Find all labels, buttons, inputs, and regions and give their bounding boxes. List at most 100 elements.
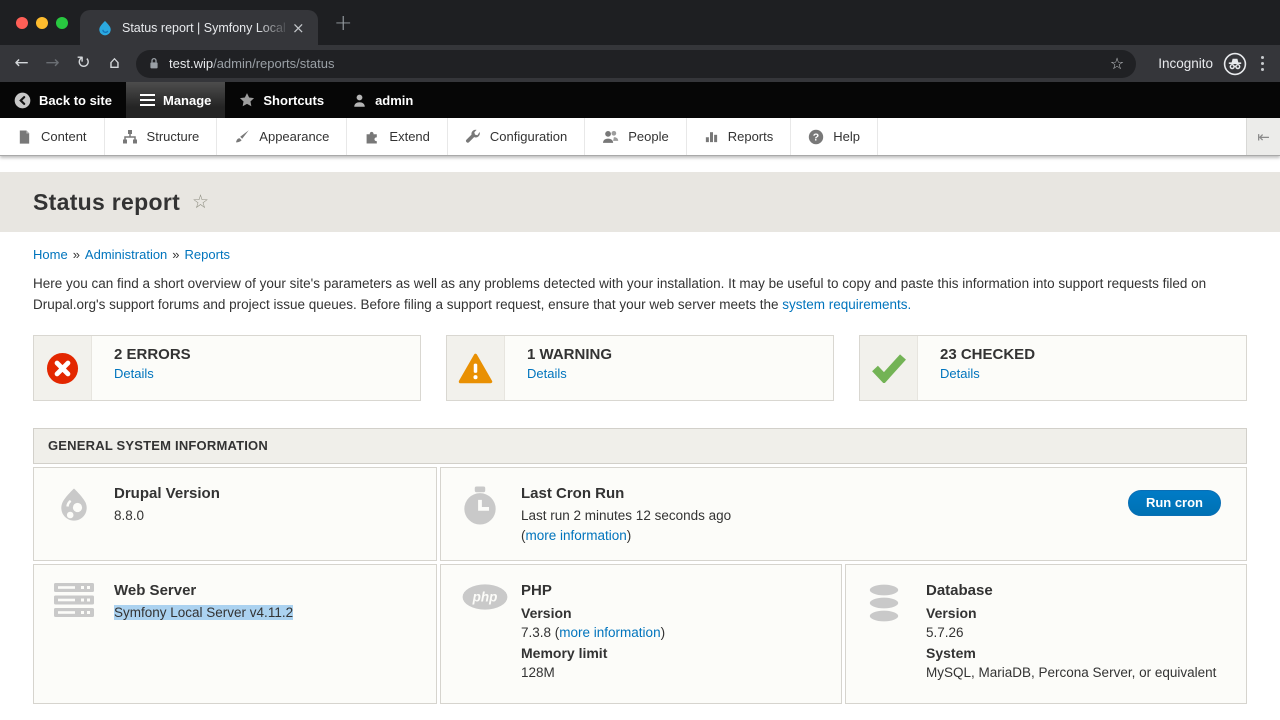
checked-card: 23 CHECKED Details: [859, 335, 1247, 401]
back-icon[interactable]: ←: [6, 45, 37, 82]
hamburger-icon: [140, 94, 155, 107]
shortcuts-star-icon: [239, 92, 255, 108]
php-version-value: 7.3.8: [521, 625, 551, 640]
bar-chart-icon: [704, 129, 719, 144]
file-icon: [17, 129, 32, 145]
reload-icon[interactable]: ↻: [68, 45, 99, 82]
browser-tab[interactable]: Status report | Symfony Local Se ×: [80, 10, 318, 45]
error-icon: [34, 336, 92, 400]
database-version-label: Version: [926, 603, 1216, 623]
breadcrumb-home-link[interactable]: Home: [33, 247, 68, 262]
menu-item-label: Content: [41, 129, 87, 144]
last-cron-run-cell: Last Cron Run Last run 2 minutes 12 seco…: [440, 467, 1247, 561]
database-system-value: MySQL, MariaDB, Percona Server, or equiv…: [926, 663, 1216, 683]
screen: Status report | Symfony Local Se × + ← →…: [0, 0, 1280, 720]
shortcuts-label: Shortcuts: [263, 93, 324, 108]
php-title: PHP: [521, 582, 665, 599]
database-system-label: System: [926, 643, 1216, 663]
page-content: Home»Administration»Reports Here you can…: [0, 247, 1280, 704]
drupal-version-value: 8.8.0: [114, 506, 220, 526]
menu-item-configuration[interactable]: Configuration: [448, 118, 585, 155]
paintbrush-icon: [234, 129, 250, 145]
breadcrumb-administration-link[interactable]: Administration: [85, 247, 167, 262]
sitemap-icon: [122, 129, 138, 145]
php-memory-label: Memory limit: [521, 643, 665, 663]
status-cards: 2 ERRORS Details 1 WARNING Details: [33, 335, 1247, 401]
php-more-information-link[interactable]: more information: [559, 625, 660, 640]
new-tab-button[interactable]: +: [334, 11, 352, 36]
favorite-star-icon[interactable]: ☆: [192, 191, 209, 213]
drupal-logo-icon: [54, 485, 114, 543]
menu-item-label: Configuration: [490, 129, 567, 144]
back-circle-icon: [14, 92, 31, 109]
last-cron-run-value: Last run 2 minutes 12 seconds ago: [521, 506, 731, 526]
shortcuts-tab[interactable]: Shortcuts: [225, 82, 338, 118]
errors-count: 2 ERRORS: [114, 346, 191, 363]
admin-user-label: admin: [375, 93, 413, 108]
window-controls: [16, 17, 68, 29]
window-zoom-button[interactable]: [56, 17, 68, 29]
manage-tab[interactable]: Manage: [126, 82, 225, 118]
menu-item-reports[interactable]: Reports: [687, 118, 792, 155]
breadcrumb-reports-link[interactable]: Reports: [185, 247, 231, 262]
warnings-card: 1 WARNING Details: [446, 335, 834, 401]
web-server-value: Symfony Local Server v4.11.2: [114, 605, 293, 620]
url-path: /admin/reports/status: [213, 56, 334, 71]
errors-details-link[interactable]: Details: [114, 366, 154, 381]
svg-text:php: php: [472, 590, 498, 605]
breadcrumb-separator: »: [73, 247, 80, 262]
menu-item-people[interactable]: People: [585, 118, 686, 155]
tab-close-icon[interactable]: ×: [292, 19, 305, 37]
general-system-information-section: GENERAL SYSTEM INFORMATION Drupal Versio…: [33, 428, 1247, 704]
run-cron-button[interactable]: Run cron: [1128, 490, 1221, 516]
database-icon: [866, 582, 926, 686]
menu-item-content[interactable]: Content: [0, 118, 105, 155]
web-server-title: Web Server: [114, 582, 293, 599]
back-to-site-button[interactable]: Back to site: [0, 82, 126, 118]
menu-item-appearance[interactable]: Appearance: [217, 118, 347, 155]
lock-icon[interactable]: [148, 57, 160, 70]
last-cron-run-title: Last Cron Run: [521, 485, 731, 502]
system-info-row-2: Web Server Symfony Local Server v4.11.2 …: [33, 564, 1247, 704]
drupal-menu-bar: Content Structure Appearance Extend: [0, 118, 1280, 156]
browser-tab-strip: Status report | Symfony Local Se × +: [0, 0, 1280, 45]
server-icon: [54, 582, 114, 686]
system-requirements-link[interactable]: system requirements.: [782, 297, 911, 312]
window-close-button[interactable]: [16, 17, 28, 29]
drupal-version-cell: Drupal Version 8.8.0: [33, 467, 437, 561]
help-icon: ?: [808, 129, 824, 145]
cron-more-information-link[interactable]: more information: [526, 528, 627, 543]
menu-item-extend[interactable]: Extend: [347, 118, 447, 155]
menu-item-label: Extend: [389, 129, 429, 144]
wrench-icon: [465, 129, 481, 145]
forward-icon[interactable]: →: [37, 45, 68, 82]
bookmark-star-icon[interactable]: ☆: [1110, 54, 1124, 73]
manage-label: Manage: [163, 93, 211, 108]
database-cell: Database Version 5.7.26 System MySQL, Ma…: [845, 564, 1247, 704]
warning-icon: [447, 336, 505, 400]
checked-details-link[interactable]: Details: [940, 366, 980, 381]
menu-item-help[interactable]: ? Help: [791, 118, 878, 155]
address-bar[interactable]: test.wip /admin/reports/status ☆: [136, 50, 1136, 78]
menu-item-label: Help: [833, 129, 860, 144]
url-host: test.wip: [169, 56, 213, 71]
people-icon: [602, 129, 619, 144]
check-icon: [860, 336, 918, 400]
drupal-favicon-icon: [97, 20, 113, 36]
warnings-details-link[interactable]: Details: [527, 366, 567, 381]
admin-user-tab[interactable]: admin: [338, 82, 427, 118]
menu-item-label: People: [628, 129, 668, 144]
menu-item-structure[interactable]: Structure: [105, 118, 218, 155]
clock-icon: [461, 485, 521, 543]
paren: ): [661, 625, 666, 640]
warnings-count: 1 WARNING: [527, 346, 612, 363]
home-icon[interactable]: ⌂: [99, 45, 130, 82]
window-minimize-button[interactable]: [36, 17, 48, 29]
browser-menu-icon[interactable]: [1261, 56, 1264, 71]
tab-title: Status report | Symfony Local Se: [122, 21, 290, 35]
browser-toolbar: ← → ↻ ⌂ test.wip /admin/reports/status ☆…: [0, 45, 1280, 82]
intro-paragraph: Here you can find a short overview of yo…: [33, 273, 1247, 315]
menu-item-label: Appearance: [259, 129, 329, 144]
incognito-label: Incognito: [1158, 56, 1213, 71]
toolbar-collapse-button[interactable]: ⇤: [1246, 118, 1280, 155]
